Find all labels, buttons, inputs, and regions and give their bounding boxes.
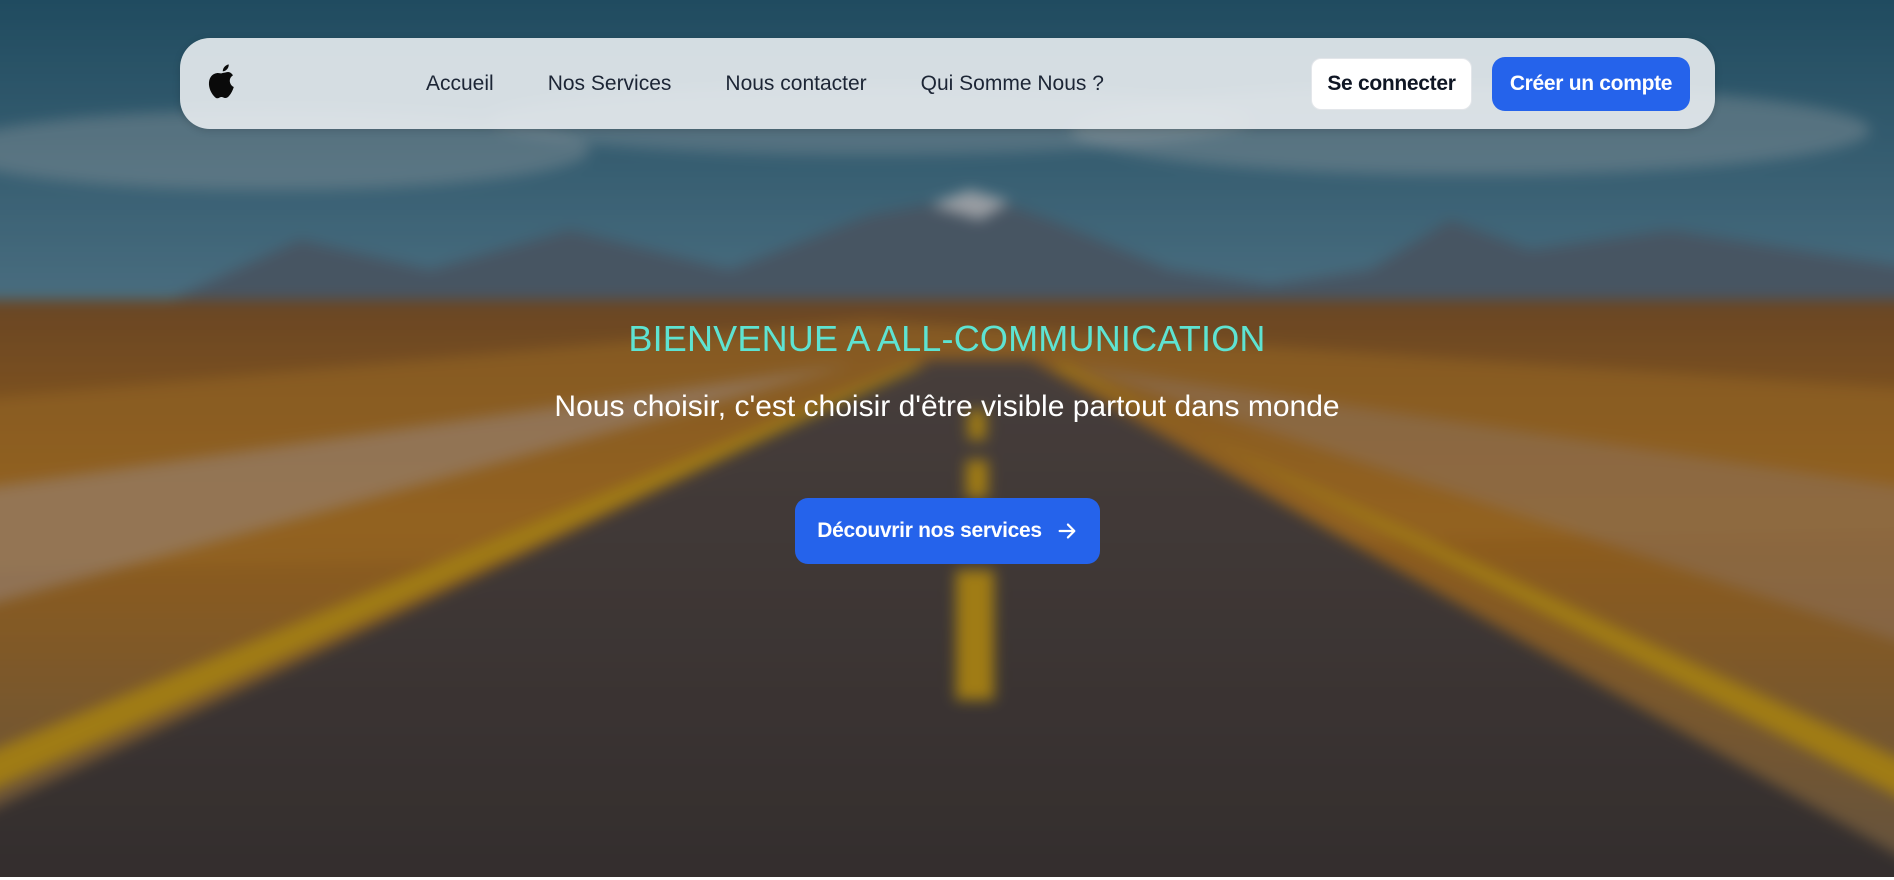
background-overlay bbox=[0, 0, 1894, 880]
page-subtitle: Nous choisir, c'est choisir d'être visib… bbox=[554, 390, 1340, 423]
top-navbar: Accueil Nos Services Nous contacter Qui … bbox=[180, 38, 1715, 129]
nav-link-contact[interactable]: Nous contacter bbox=[725, 72, 866, 96]
arrow-right-icon bbox=[1056, 520, 1078, 542]
login-button[interactable]: Se connecter bbox=[1311, 58, 1472, 110]
signup-button[interactable]: Créer un compte bbox=[1492, 57, 1690, 111]
hero-section: Accueil Nos Services Nous contacter Qui … bbox=[0, 0, 1894, 880]
nav-link-about[interactable]: Qui Somme Nous ? bbox=[921, 72, 1104, 96]
discover-services-button[interactable]: Découvrir nos services bbox=[795, 498, 1100, 564]
nav-link-accueil[interactable]: Accueil bbox=[426, 72, 494, 96]
nav-links: Accueil Nos Services Nous contacter Qui … bbox=[426, 38, 1158, 129]
discover-services-label: Découvrir nos services bbox=[817, 519, 1042, 542]
nav-link-services[interactable]: Nos Services bbox=[548, 72, 672, 96]
page-title: BIENVENUE A ALL-COMMUNICATION bbox=[628, 318, 1266, 359]
apple-logo-icon[interactable] bbox=[202, 61, 242, 107]
